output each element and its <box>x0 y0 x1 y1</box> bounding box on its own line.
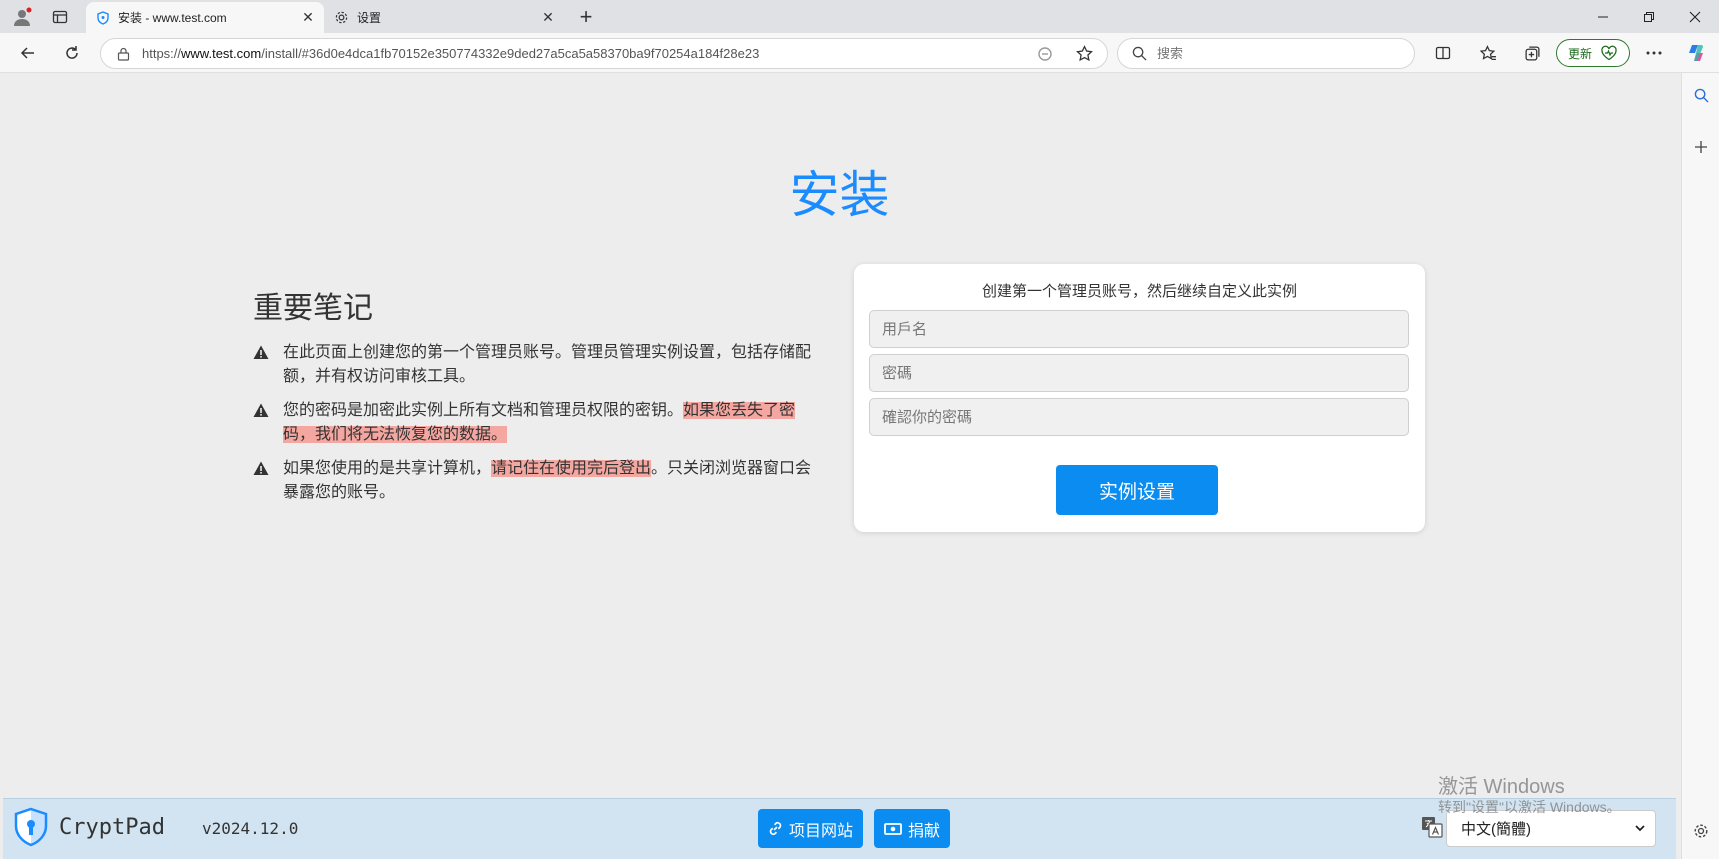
more-dots-icon <box>1646 51 1662 55</box>
reload-button[interactable] <box>58 40 86 66</box>
confirm-password-input[interactable] <box>869 398 1409 436</box>
language-selected: 中文(簡體) <box>1461 821 1531 838</box>
tab-strip: 安装 - www.test.com ✕ 设置 ✕ + <box>0 0 1719 33</box>
minimize-icon <box>1598 16 1608 17</box>
search-input[interactable] <box>1157 46 1377 61</box>
lock-icon[interactable] <box>117 47 130 61</box>
cryptpad-footer: CryptPad v2024.12.0 项目网站 捐献 中文(簡體) <box>3 798 1676 859</box>
tab-actions-button[interactable] <box>46 4 74 30</box>
activation-line1: 激活 Windows <box>1438 776 1565 798</box>
collections-button[interactable] <box>1518 40 1546 66</box>
project-site-button[interactable]: 项目网站 <box>758 809 864 848</box>
browser-sidebar <box>1681 73 1719 859</box>
update-label: 更新 <box>1567 46 1592 61</box>
tab-settings[interactable]: 设置 ✕ <box>326 2 564 33</box>
close-window-button[interactable] <box>1672 0 1718 33</box>
important-notes: 重要笔记 在此页面上创建您的第一个管理员账号。管理员管理实例设置，包括存储配额，… <box>253 283 823 515</box>
back-button[interactable] <box>14 40 42 66</box>
page-viewport: 安装 重要笔记 在此页面上创建您的第一个管理员账号。管理员管理实例设置，包括存储… <box>3 73 1676 859</box>
plus-icon <box>1695 141 1707 153</box>
search-icon <box>1132 46 1147 61</box>
search-icon <box>1694 88 1709 103</box>
copilot-icon <box>1689 45 1703 61</box>
sidebar-search-button[interactable] <box>1687 81 1715 109</box>
note-item: 在此页面上创建您的第一个管理员账号。管理员管理实例设置，包括存储配额，并有权访问… <box>253 341 823 389</box>
heart-pulse-icon <box>1601 45 1617 61</box>
cryptpad-shield-icon <box>97 10 109 25</box>
url-text: https://www.test.com/install/#36d0e4dca1… <box>142 46 760 61</box>
brand[interactable]: CryptPad <box>13 807 165 847</box>
favorites-icon <box>1479 44 1496 60</box>
restore-icon <box>1644 11 1654 22</box>
link-icon <box>769 821 782 836</box>
note-highlight: 请记住在使用完后登出 <box>491 460 652 477</box>
donate-button[interactable]: 捐献 <box>874 809 951 848</box>
profile-button[interactable] <box>8 4 36 30</box>
tab-install[interactable]: 安装 - www.test.com ✕ <box>86 2 324 33</box>
reload-icon <box>66 46 78 59</box>
close-tab-button[interactable]: ✕ <box>538 8 558 28</box>
tab-label: 安装 - www.test.com <box>118 11 227 25</box>
close-tab-button[interactable]: ✕ <box>298 8 318 28</box>
note-text: 您的密码是加密此实例上所有文档和管理员权限的密钥。 <box>283 402 684 419</box>
split-screen-icon <box>1435 46 1451 60</box>
warning-icon <box>253 461 269 475</box>
donate-label: 捐献 <box>908 822 941 840</box>
project-site-label: 项目网站 <box>789 822 854 840</box>
arrow-left-icon <box>20 47 34 59</box>
tab-actions-icon <box>52 10 68 24</box>
browser-toolbar: https://www.test.com/install/#36d0e4dca1… <box>0 33 1719 73</box>
restore-button[interactable] <box>1626 0 1672 33</box>
admin-signup-card: 创建第一个管理员账号，然后继续自定义此实例 实例设置 <box>854 264 1425 532</box>
note-text: 如果您使用的是共享计算机， <box>283 460 492 477</box>
instance-setup-button[interactable]: 实例设置 <box>1056 465 1218 515</box>
profile-icon <box>14 7 32 26</box>
note-text: 在此页面上创建您的第一个管理员账号。管理员管理实例设置，包括存储配额，并有权访问… <box>283 344 812 385</box>
update-button[interactable]: 更新 <box>1556 39 1630 67</box>
close-icon <box>1689 11 1701 22</box>
settings-more-button[interactable] <box>1640 40 1668 66</box>
favorite-star-icon[interactable] <box>1076 45 1093 62</box>
split-screen-button[interactable] <box>1429 40 1457 66</box>
username-input[interactable] <box>869 310 1409 348</box>
notes-heading: 重要笔记 <box>253 292 373 325</box>
note-item: 您的密码是加密此实例上所有文档和管理员权限的密钥。如果您丢失了密码，我们将无法恢… <box>253 399 823 447</box>
password-input[interactable] <box>869 354 1409 392</box>
language-icon <box>1422 817 1443 838</box>
gear-icon <box>1694 824 1708 838</box>
money-icon <box>884 822 902 835</box>
browser-search-box[interactable] <box>1117 38 1415 69</box>
page-title: 安装 <box>789 167 890 223</box>
version-label: v2024.12.0 <box>202 819 299 838</box>
copilot-button[interactable] <box>1682 40 1710 66</box>
tab-label: 设置 <box>357 11 382 25</box>
note-item: 如果您使用的是共享计算机，请记住在使用完后登出。只关闭浏览器窗口会暴露您的账号。 <box>253 457 823 505</box>
minimize-button[interactable] <box>1580 0 1626 33</box>
collections-icon <box>1524 45 1540 61</box>
address-bar[interactable]: https://www.test.com/install/#36d0e4dca1… <box>100 38 1108 69</box>
favorites-button[interactable] <box>1474 40 1502 66</box>
sidebar-add-button[interactable] <box>1687 133 1715 161</box>
sidebar-settings-button[interactable] <box>1687 817 1715 845</box>
windows-activation-watermark: 激活 Windows 转到"设置"以激活 Windows。 <box>1438 776 1621 816</box>
brand-name: CryptPad <box>59 814 165 840</box>
warning-icon <box>253 345 269 359</box>
new-tab-button[interactable]: + <box>572 4 600 30</box>
cryptpad-logo-icon <box>14 807 48 847</box>
chevron-down-icon <box>1635 825 1645 832</box>
read-aloud-icon[interactable] <box>1037 46 1053 62</box>
form-title: 创建第一个管理员账号，然后继续自定义此实例 <box>981 283 1297 300</box>
activation-line2: 转到"设置"以激活 Windows。 <box>1438 799 1621 815</box>
gear-icon <box>335 11 348 24</box>
warning-icon <box>253 403 269 417</box>
